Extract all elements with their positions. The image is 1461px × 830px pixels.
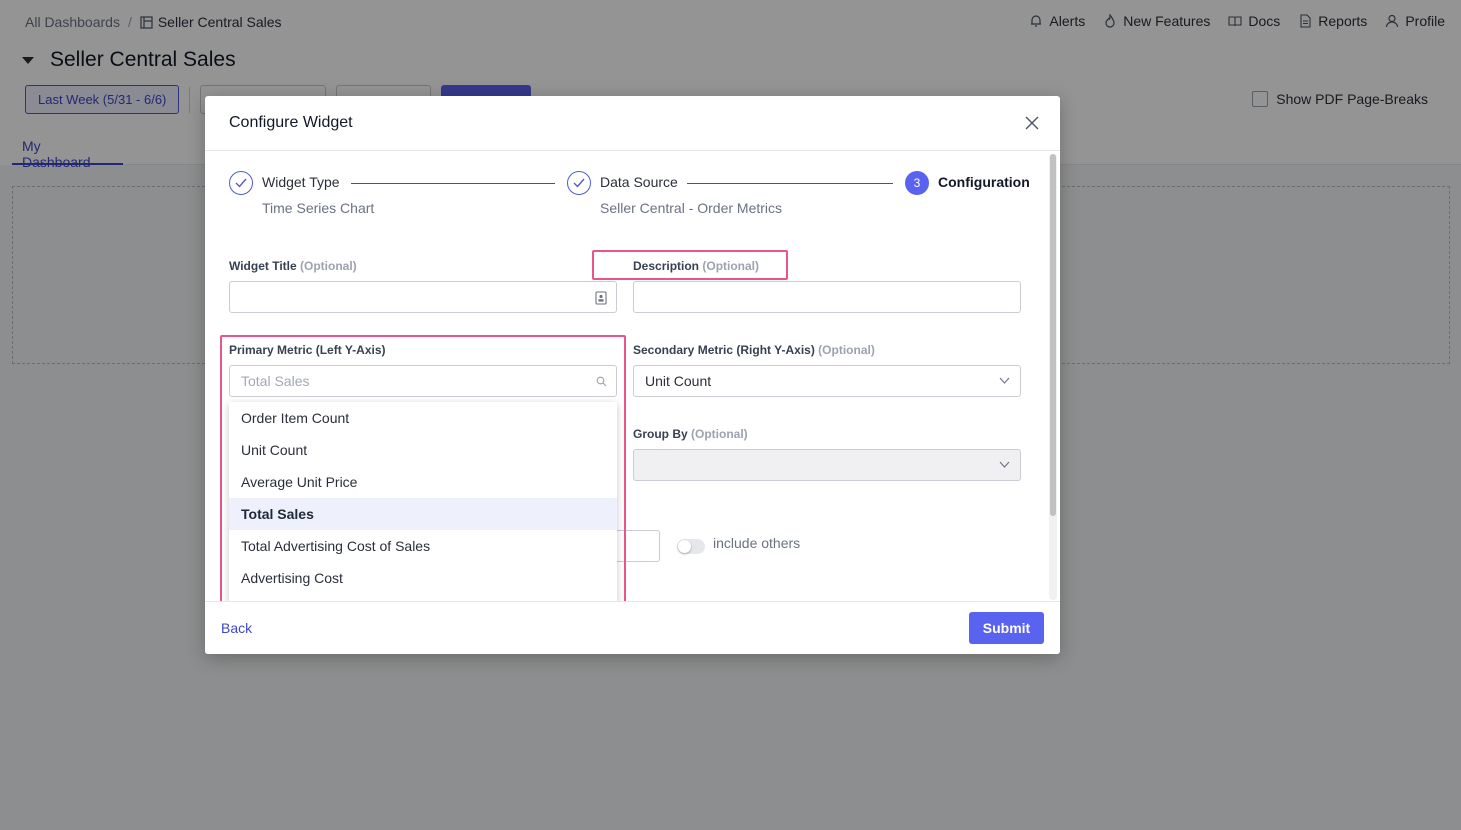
modal-scrollbar[interactable] [1049, 154, 1057, 600]
step-check-circle [229, 171, 253, 195]
step-number-circle: 3 [905, 171, 929, 195]
optional-tag: (Optional) [702, 259, 760, 273]
secondary-metric-label: Secondary Metric (Right Y-Axis) (Optiona… [633, 343, 875, 357]
modal-footer: Back Submit [205, 601, 1060, 654]
scrollbar-thumb[interactable] [1050, 154, 1056, 516]
secondary-metric-label-text: Secondary Metric (Right Y-Axis) [633, 343, 815, 357]
step-text: Configuration [938, 171, 1030, 193]
configure-widget-modal: Configure Widget Widget Type Time Series… [205, 96, 1060, 654]
widget-title-label-text: Widget Title [229, 259, 297, 273]
description-label-text: Description [633, 259, 700, 273]
toggle-knob [678, 540, 691, 553]
group-by-label: Group By (Optional) [633, 427, 748, 441]
include-others-toggle[interactable] [677, 539, 705, 554]
include-others-label: include others [713, 535, 801, 551]
check-icon [573, 178, 585, 188]
check-icon [235, 178, 247, 188]
widget-title-label: Widget Title (Optional) [229, 259, 357, 273]
step-data-source[interactable]: Data Source Seller Central - Order Metri… [567, 171, 782, 216]
step-text: Widget Type Time Series Chart [262, 171, 374, 216]
chevron-down-icon [999, 377, 1010, 384]
step-text: Data Source Seller Central - Order Metri… [600, 171, 782, 216]
group-by-select[interactable] [633, 449, 1021, 481]
optional-tag: (Optional) [691, 427, 748, 441]
step-connector [351, 183, 555, 184]
step-sub: Time Series Chart [262, 200, 375, 216]
contact-card-icon [595, 291, 607, 305]
modal-body: Widget Type Time Series Chart Data Sourc… [205, 151, 1046, 601]
secondary-metric-value: Unit Count [645, 373, 712, 389]
description-input[interactable] [633, 281, 1021, 313]
secondary-metric-select[interactable]: Unit Count [633, 365, 1021, 397]
step-label: Configuration [938, 174, 1030, 190]
group-by-label-text: Group By [633, 427, 688, 441]
step-connector [687, 183, 893, 184]
step-check-circle [567, 171, 591, 195]
step-label: Widget Type [262, 174, 340, 190]
description-label: Description (Optional) [633, 259, 759, 273]
widget-title-input[interactable] [229, 281, 617, 313]
modal-header: Configure Widget [205, 96, 1060, 151]
step-sub: Seller Central - Order Metrics [600, 200, 783, 216]
back-link[interactable]: Back [221, 620, 252, 636]
optional-tag: (Optional) [300, 259, 357, 273]
modal-title: Configure Widget [229, 114, 353, 131]
submit-button[interactable]: Submit [969, 612, 1044, 644]
close-icon[interactable] [1022, 113, 1042, 133]
step-label: Data Source [600, 174, 678, 190]
optional-tag: (Optional) [818, 343, 875, 357]
highlight-primary-metric [220, 335, 626, 601]
step-widget-type[interactable]: Widget Type Time Series Chart [229, 171, 374, 216]
chevron-down-icon [999, 461, 1010, 468]
step-configuration[interactable]: 3 Configuration [905, 171, 1030, 195]
